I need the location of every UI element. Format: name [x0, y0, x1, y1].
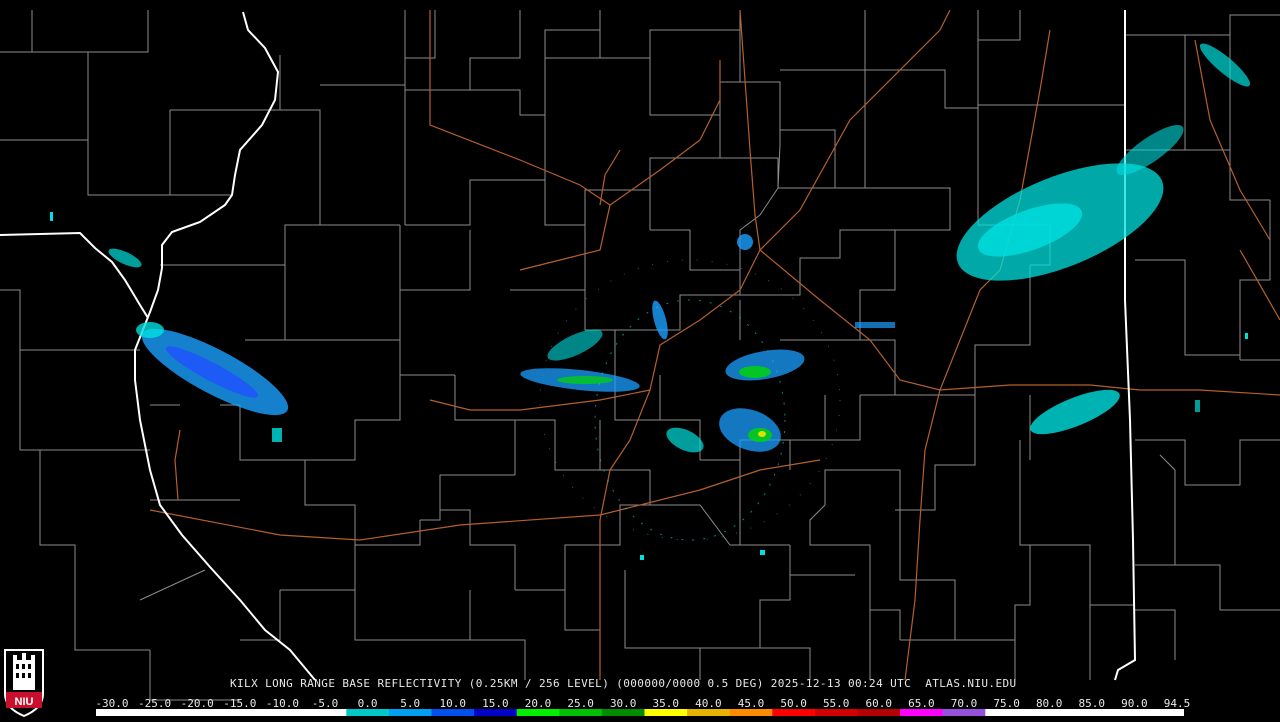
scale-swatch	[218, 709, 262, 716]
scale-swatch	[985, 709, 1029, 716]
color-scale-bar	[96, 709, 1184, 716]
scale-swatch	[261, 709, 305, 716]
radar-caption: KILX LONG RANGE BASE REFLECTIVITY (0.25K…	[230, 677, 1017, 690]
color-scale-labels: -30.0 -25.0 -20.0 -15.0 -10.0 -5.0 0.0 5.0 10.0 1…	[0, 697, 1280, 710]
scale-swatch	[772, 709, 816, 716]
scale-swatch	[1155, 709, 1184, 716]
echo-central-ring	[520, 234, 895, 560]
scale-swatch	[814, 709, 858, 716]
scale-swatch	[346, 709, 390, 716]
scale-swatch	[431, 709, 475, 716]
radar-echoes	[50, 43, 1251, 560]
scale-swatch	[900, 709, 944, 716]
scale-swatch	[601, 709, 645, 716]
scale-swatch	[133, 709, 177, 716]
scale-swatch	[175, 709, 219, 716]
scale-swatch	[388, 709, 432, 716]
echo-west-band	[50, 212, 289, 442]
scale-swatch	[303, 709, 347, 716]
echo-east-band	[956, 43, 1251, 435]
scale-swatch	[687, 709, 731, 716]
scale-swatch	[96, 709, 140, 716]
scale-swatch	[1027, 709, 1071, 716]
scale-swatch	[1113, 709, 1157, 716]
scale-swatch	[729, 709, 773, 716]
scale-swatch	[559, 709, 603, 716]
scale-swatch	[516, 709, 560, 716]
scale-swatch	[857, 709, 901, 716]
scale-swatch	[474, 709, 518, 716]
scale-swatch	[942, 709, 986, 716]
scale-swatch	[1070, 709, 1114, 716]
radar-map	[0, 9, 1280, 701]
scale-swatch	[644, 709, 688, 716]
